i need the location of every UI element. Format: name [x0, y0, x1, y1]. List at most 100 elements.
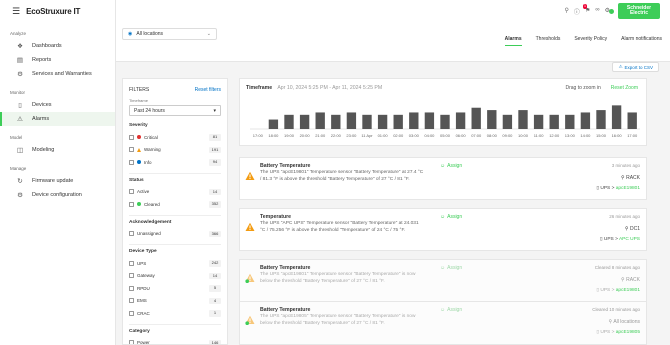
filter-option[interactable]: Warning 191 — [129, 144, 221, 157]
chart-bar[interactable] — [315, 112, 325, 129]
reset-zoom-link[interactable]: Reset Zoom — [611, 85, 638, 91]
chart-tick-label: 17:00 — [627, 133, 638, 138]
filter-option[interactable]: CRAC 1 — [129, 307, 221, 320]
alarm-location[interactable]: ⚲ DC1 — [625, 226, 640, 232]
filter-option[interactable]: Active 14 — [129, 186, 221, 199]
drag-zoom-hint: Drag to zoom in — [565, 85, 601, 91]
filter-option[interactable]: Power 146 — [129, 337, 221, 344]
chart-bar[interactable] — [596, 110, 606, 129]
filter-option[interactable]: RPDU 5 — [129, 282, 221, 295]
checkbox[interactable] — [129, 189, 134, 195]
help-icon[interactable]: ⓘ — [574, 7, 580, 16]
checkbox[interactable] — [129, 159, 134, 165]
sidebar-item-firmware-update[interactable]: ↻ Firmware update — [0, 174, 115, 188]
checkbox[interactable] — [129, 285, 134, 291]
chart-bar[interactable] — [611, 105, 622, 129]
alarm-card[interactable]: Battery Temperature The UPS "apcE19801" T… — [239, 259, 647, 302]
chart-bar[interactable] — [627, 112, 637, 129]
assign-button[interactable]: ☺ Assign — [440, 265, 462, 271]
link-icon[interactable]: ∞ — [595, 7, 599, 16]
chart-bar[interactable] — [268, 119, 279, 129]
checkbox[interactable] — [129, 298, 134, 304]
checkbox[interactable] — [129, 273, 134, 279]
chart-bar[interactable] — [565, 114, 575, 129]
checkbox[interactable] — [129, 310, 134, 316]
checkbox[interactable] — [129, 134, 134, 140]
alarm-location-label: All locations — [613, 319, 640, 325]
chart-bar[interactable] — [533, 114, 544, 129]
tab-severity-policy[interactable]: Severity Policy — [574, 36, 607, 46]
alarm-device: ▯ UPS > apcE19801 — [596, 288, 640, 293]
location-selector[interactable]: ◉ All locations ⌄ — [122, 28, 217, 40]
checkbox[interactable] — [129, 201, 134, 207]
filter-option[interactable]: Unassigned 366 — [129, 228, 221, 241]
chart-bar[interactable] — [440, 114, 450, 129]
hamburger-menu-icon[interactable]: ☰ — [12, 6, 20, 17]
filter-option[interactable]: Critical 81 — [129, 131, 221, 144]
alarm-device-link[interactable]: APC UPS — [619, 237, 640, 242]
alarm-location[interactable]: ⚲ RACK — [621, 175, 640, 181]
chart-bar[interactable] — [424, 112, 435, 129]
tab-alarm-notifications[interactable]: Alarm notifications — [621, 36, 662, 46]
filter-option[interactable]: UPS 242 — [129, 257, 221, 270]
alarm-description: The UPS "apcE19801" Temperature sensor "… — [260, 272, 416, 284]
alarm-device-link[interactable]: apcE19801 — [616, 288, 640, 293]
chart-bar[interactable] — [331, 114, 341, 129]
tab-thresholds[interactable]: Thresholds — [536, 36, 561, 46]
alarm-card[interactable]: Battery Temperature The UPS "apcE19805" T… — [239, 301, 647, 345]
checkbox[interactable] — [129, 147, 134, 153]
filter-option[interactable]: Cleared 352 — [129, 198, 221, 211]
chart-bar[interactable] — [346, 112, 357, 129]
search-icon[interactable]: ⚲ — [565, 7, 569, 16]
assign-user-icon: ☺ — [440, 214, 446, 220]
sidebar-item-modeling[interactable]: ◫ Modeling — [0, 143, 115, 157]
tab-alarms[interactable]: Alarms — [504, 36, 522, 46]
chart-bar[interactable] — [377, 114, 388, 129]
chart-bar[interactable] — [455, 112, 466, 129]
chart-bar[interactable] — [409, 112, 419, 129]
chart-bar[interactable] — [518, 110, 528, 129]
chart-bar[interactable] — [580, 112, 591, 129]
sidebar-item-reports[interactable]: ▤ Reports — [0, 53, 115, 67]
app-logo: EcoStruxure IT — [26, 6, 81, 16]
info-icon — [137, 160, 141, 165]
devices-icon: ▯ — [18, 102, 22, 109]
sidebar-item-dashboards[interactable]: ❖ Dashboards — [0, 39, 115, 53]
alarm-device-link[interactable]: apcE19805 — [616, 330, 640, 335]
chart-bar[interactable] — [362, 114, 372, 129]
alarm-location[interactable]: ⚲ All locations — [609, 319, 640, 325]
alarm-card[interactable]: Battery Temperature The UPS "apcE19801" T… — [239, 157, 647, 200]
chart-tick-label: 08:00 — [487, 133, 498, 138]
assign-button[interactable]: ☺ Assign — [440, 214, 462, 220]
alarm-device-link[interactable]: apcE19801 — [616, 186, 640, 191]
sidebar-item-services-and-warranties[interactable]: ⚙ Services and Warranties — [0, 67, 115, 81]
checkbox[interactable] — [129, 260, 134, 266]
filter-option[interactable]: EMS 4 — [129, 295, 221, 308]
filter-option[interactable]: Info 94 — [129, 156, 221, 169]
alarm-timeline-chart[interactable]: 17:00 18:00 19:00 20:00 21:00 22:00 23:00 11 Ap… — [244, 101, 644, 143]
checkbox[interactable] — [129, 340, 134, 344]
reset-filters-link[interactable]: Reset filters — [195, 87, 221, 93]
assign-button[interactable]: ☺ Assign — [440, 307, 462, 313]
location-pin-icon: ◉ — [128, 31, 133, 37]
chart-bar[interactable] — [502, 114, 513, 129]
status-dot — [609, 9, 614, 14]
chart-bar[interactable] — [487, 110, 497, 129]
sidebar-item-devices[interactable]: ▯ Devices — [0, 98, 115, 112]
checkbox[interactable] — [129, 231, 134, 237]
timeframe-filter-label: Timeframe — [129, 98, 148, 103]
sidebar-item-alarms[interactable]: ⚠ Alarms — [0, 112, 115, 126]
chart-bar[interactable] — [471, 107, 481, 129]
chart-tick-label: 15:00 — [596, 133, 607, 138]
chart-bar[interactable] — [549, 114, 559, 129]
chart-bar[interactable] — [393, 114, 403, 129]
chart-bar[interactable] — [284, 114, 294, 129]
chart-bar[interactable] — [299, 114, 310, 129]
alarm-location[interactable]: ⚲ RACK — [621, 277, 640, 283]
timeframe-select[interactable]: Past 24 hours ▾ — [129, 105, 221, 116]
sidebar-item-device-configuration[interactable]: ⚙ Device configuration — [0, 188, 115, 202]
export-csv-button[interactable]: ⚠ Export to CSV — [612, 62, 659, 72]
alarm-card[interactable]: Temperature The UPS "APC UPS" Temperature… — [239, 208, 647, 251]
assign-button[interactable]: ☺ Assign — [440, 163, 462, 169]
filter-option[interactable]: Gateway 14 — [129, 270, 221, 283]
